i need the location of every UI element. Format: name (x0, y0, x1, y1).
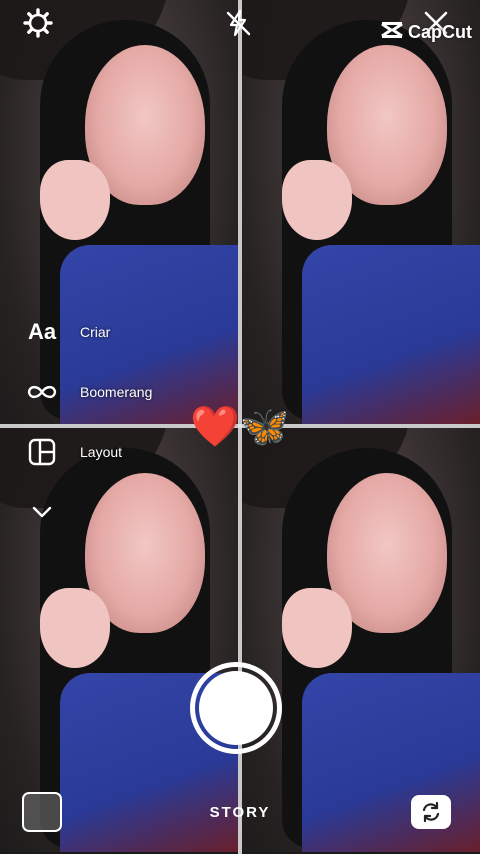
layout-cell-1[interactable] (0, 0, 238, 424)
story-mode-label[interactable]: STORY (0, 804, 480, 821)
capcut-watermark: CapCut (380, 20, 472, 45)
camera-flip-icon[interactable] (411, 795, 451, 829)
chevron-down-icon (22, 494, 62, 530)
layout-grid-icon (22, 434, 62, 470)
layout-cell-3[interactable] (0, 428, 238, 852)
layout-cell-4[interactable] (242, 428, 480, 852)
shutter-button[interactable] (190, 662, 282, 754)
more-modes-button[interactable] (22, 494, 62, 530)
boomerang-mode-item[interactable]: Boomerang (22, 374, 152, 410)
watermark-text: CapCut (408, 22, 472, 42)
infinity-icon (22, 374, 62, 410)
emoji-sticker[interactable]: ❤️🦋 (190, 403, 290, 450)
flash-off-icon[interactable] (221, 6, 255, 40)
text-icon: Aa (27, 319, 57, 344)
capcut-logo-icon (380, 20, 404, 45)
shutter-inner (199, 671, 273, 745)
layout-cell-2[interactable] (242, 0, 480, 424)
layout-mode-label: Layout (80, 444, 123, 460)
create-mode-label: Criar (80, 324, 111, 340)
boomerang-mode-label: Boomerang (80, 384, 153, 400)
layout-mode-item[interactable]: Layout (22, 434, 122, 470)
gear-icon[interactable] (21, 6, 55, 40)
create-mode-item[interactable]: Aa Criar (22, 314, 110, 350)
